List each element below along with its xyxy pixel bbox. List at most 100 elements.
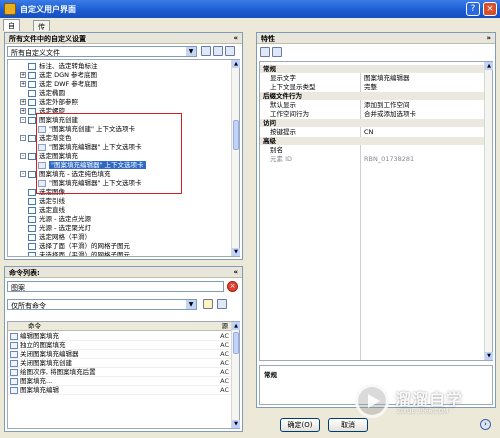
property-row[interactable]: 工作空间行为 合并或添加选项卡: [260, 110, 484, 118]
collapse-icon[interactable]: -: [20, 135, 26, 141]
property-row[interactable]: 默认显示 添加到工作空间: [260, 101, 484, 109]
scroll-thumb[interactable]: [233, 120, 239, 150]
expand-icon[interactable]: »: [486, 34, 491, 42]
chevron-down-icon[interactable]: ▼: [186, 47, 196, 56]
tree-item-label: 选定 DWF 参考底图: [39, 80, 98, 88]
command-row[interactable]: 关闭图案填充创建 AC: [8, 359, 231, 368]
save-icon[interactable]: [213, 46, 223, 56]
expand-icon[interactable]: +: [20, 72, 26, 78]
property-row[interactable]: 别名: [260, 146, 484, 154]
tree-item[interactable]: 选择了面（平滑）的网格子图元: [20, 242, 130, 251]
close-button[interactable]: ×: [483, 2, 497, 16]
scroll-down-icon[interactable]: ▼: [232, 248, 240, 256]
scroll-thumb[interactable]: [233, 332, 239, 354]
command-source: AC: [220, 359, 229, 367]
column-command[interactable]: 命令: [28, 322, 41, 331]
collapse-icon[interactable]: -: [20, 171, 26, 177]
tree-item[interactable]: 选定椭圆: [20, 89, 65, 98]
property-value[interactable]: 图案填充编辑器: [364, 74, 410, 82]
properties-panel-header: 特性 »: [257, 33, 495, 44]
open-file-icon[interactable]: [201, 46, 211, 56]
chevron-down-icon[interactable]: ▼: [186, 300, 196, 309]
tree-item[interactable]: 标注、选定转角标注: [20, 62, 98, 71]
hatch-command-icon: [10, 386, 18, 394]
collapse-icon[interactable]: -: [20, 153, 26, 159]
property-value[interactable]: 合并或添加选项卡: [364, 110, 416, 118]
expand-icon[interactable]: +: [20, 99, 26, 105]
scroll-down-icon[interactable]: ▼: [232, 420, 240, 428]
tree-item[interactable]: 选定网格（平滑）: [20, 233, 91, 242]
window-title: 自定义用户界面: [20, 5, 76, 14]
highlight-box: [36, 113, 182, 194]
window-titlebar: 自定义用户界面 ? ×: [0, 0, 500, 18]
command-row[interactable]: 编辑图案填充 AC: [8, 332, 231, 341]
command-name: 独立的图案填充: [20, 341, 66, 349]
property-key: 别名: [270, 146, 283, 154]
clear-search-icon[interactable]: ×: [227, 281, 238, 292]
property-row[interactable]: 按键提示 CN: [260, 128, 484, 136]
customization-file-dropdown[interactable]: 所有自定义文件 ▼: [7, 46, 197, 57]
command-row[interactable]: 关闭图案填充编辑器 AC: [8, 350, 231, 359]
help-button[interactable]: ?: [466, 2, 480, 16]
property-key: 元素 ID: [270, 155, 292, 163]
tree-item[interactable]: 未选择面（平滑）的网格子图元: [20, 251, 130, 256]
command-name: 关闭图案填充创建: [20, 359, 72, 367]
property-value[interactable]: 完整: [364, 83, 377, 91]
tree-scrollbar[interactable]: ▲ ▼: [231, 60, 240, 256]
find-command-icon[interactable]: [217, 299, 227, 309]
command-source: AC: [220, 386, 229, 394]
property-row[interactable]: 显示文字 图案填充编辑器: [260, 74, 484, 82]
column-source[interactable]: 源: [222, 322, 229, 331]
property-key: 后缀文件行为: [263, 92, 302, 100]
command-source: AC: [220, 368, 229, 376]
command-row[interactable]: 独立的图案填充 AC: [8, 341, 231, 350]
property-value[interactable]: RBN_01738281: [364, 155, 414, 163]
new-command-icon[interactable]: [203, 299, 213, 309]
property-row[interactable]: 元素 ID RBN_01738281: [260, 155, 484, 163]
tree-item[interactable]: + 选定 DWF 参考底图: [20, 80, 97, 89]
property-row[interactable]: 上下文显示类型 完整: [260, 83, 484, 91]
scroll-up-icon[interactable]: ▲: [232, 60, 240, 68]
tree-item[interactable]: 光源 - 选定聚光灯: [20, 224, 91, 233]
tree-item[interactable]: 光源 - 选定点光源: [20, 215, 91, 224]
collapse-icon[interactable]: «: [233, 34, 238, 42]
context-state-icon: [28, 188, 36, 196]
property-category[interactable]: 高级: [260, 137, 484, 145]
tree-item-label: 选定直线: [39, 206, 65, 214]
tab-customize[interactable]: 自定义: [3, 19, 20, 50]
tree-item[interactable]: 选定直线: [20, 206, 65, 215]
hatch-command-icon: [10, 332, 18, 340]
ok-button[interactable]: 确定(O): [280, 418, 320, 432]
scroll-down-icon[interactable]: ▼: [485, 352, 493, 360]
collapse-icon[interactable]: -: [20, 117, 26, 123]
tree-item[interactable]: + 选定 DGN 参考底图: [20, 71, 97, 80]
command-row[interactable]: 图案填充... AC: [8, 377, 231, 386]
command-scrollbar[interactable]: ▲ ▼: [231, 322, 240, 428]
tree-item[interactable]: + 选定外部参照: [20, 98, 78, 107]
command-source: AC: [220, 377, 229, 385]
command-name-cell: 关闭图案填充编辑器: [10, 350, 79, 359]
tree-item-label: 选定外部参照: [39, 98, 78, 106]
expand-icon[interactable]: +: [20, 108, 26, 114]
tree-item[interactable]: 选定引线: [20, 197, 65, 206]
property-category[interactable]: 访问: [260, 119, 484, 127]
property-value[interactable]: CN: [364, 128, 373, 136]
property-value[interactable]: 添加到工作空间: [364, 101, 410, 109]
command-row[interactable]: 绘图次序, 将图案填充后置 AC: [8, 368, 231, 377]
command-filter-dropdown[interactable]: 仅所有命令 ▼: [7, 299, 197, 310]
command-name-cell: 绘图次序, 将图案填充后置: [10, 368, 96, 377]
tab-transfer[interactable]: 传输: [33, 20, 50, 41]
property-category[interactable]: 后缀文件行为: [260, 92, 484, 100]
collapse-icon[interactable]: «: [233, 268, 238, 276]
scroll-up-icon[interactable]: ▲: [232, 322, 240, 330]
scroll-up-icon[interactable]: ▲: [485, 62, 493, 70]
property-category[interactable]: 常规: [260, 65, 484, 73]
command-row[interactable]: 图案填充编辑 AC: [8, 386, 231, 395]
property-scrollbar[interactable]: ▲ ▼: [484, 62, 493, 360]
alphabetical-icon[interactable]: [272, 47, 282, 57]
categorized-icon[interactable]: [260, 47, 270, 57]
command-name: 编辑图案填充: [20, 332, 59, 340]
expand-icon[interactable]: +: [20, 81, 26, 87]
command-search-input[interactable]: 图案: [7, 281, 224, 292]
load-partial-icon[interactable]: [225, 46, 235, 56]
